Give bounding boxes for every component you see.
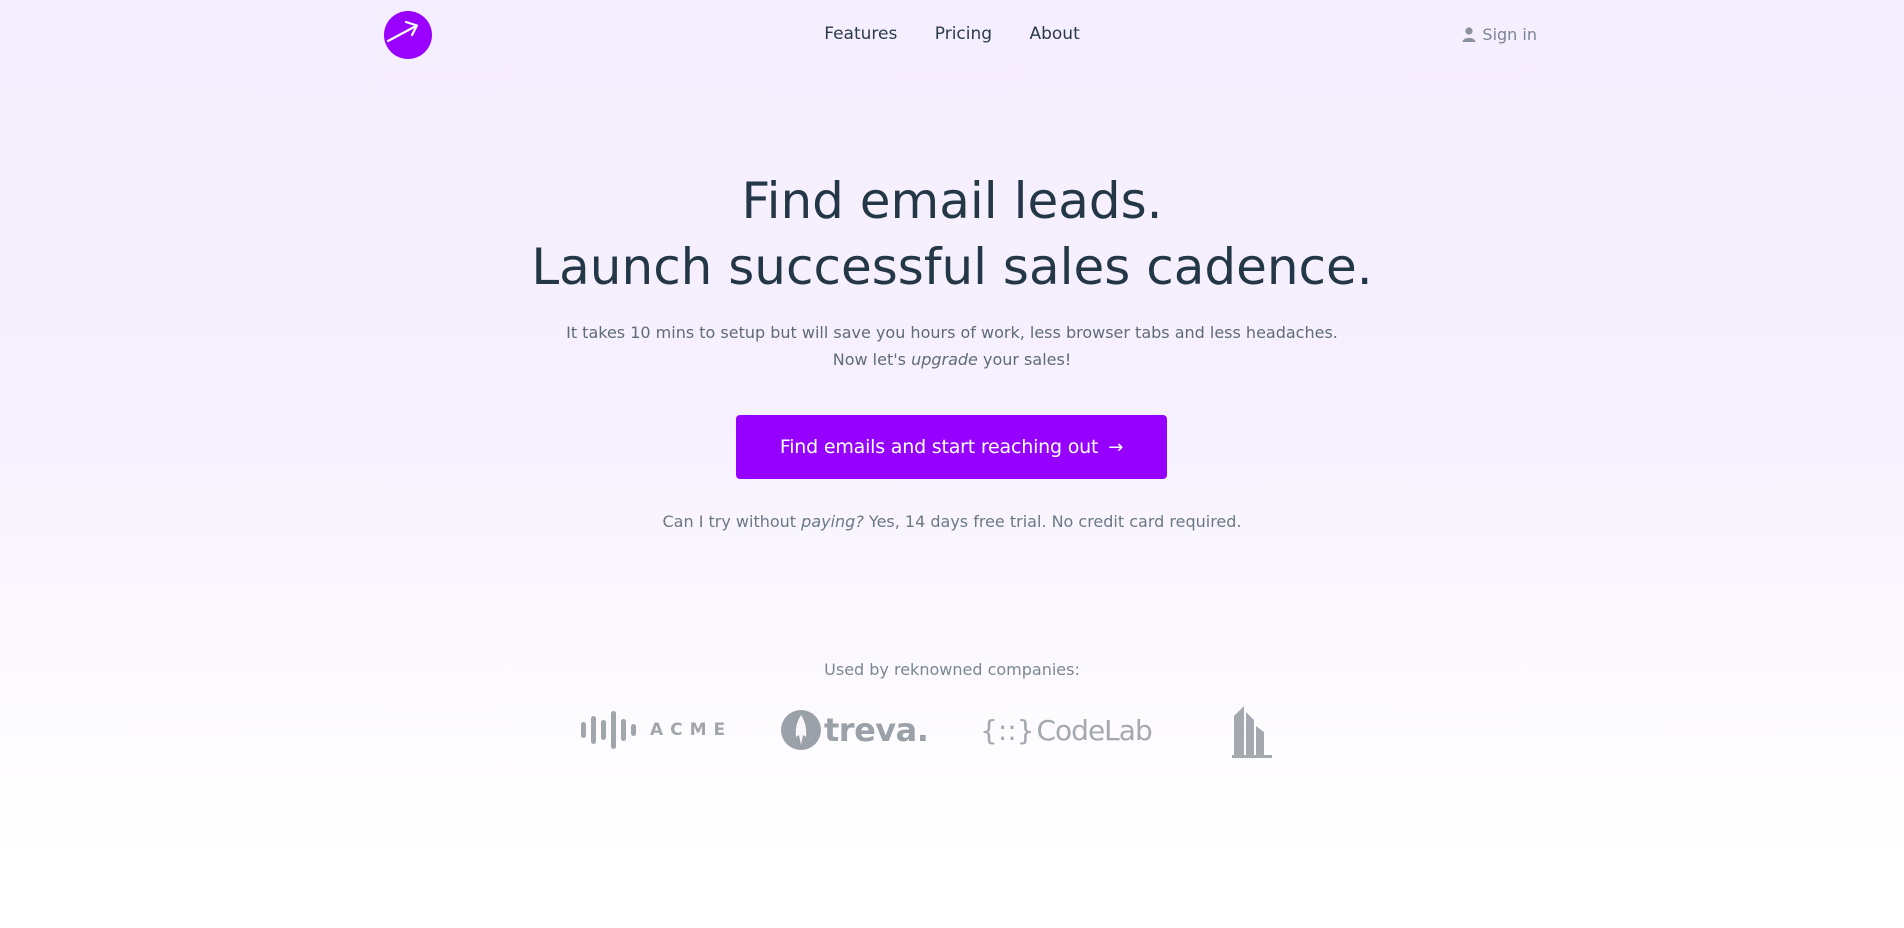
hero-subtitle-line-1: It takes 10 mins to setup but will save … — [566, 323, 1338, 342]
company-logos: ACME treva. {::} CodeLab — [0, 700, 1904, 760]
nav-link-features[interactable]: Features — [824, 24, 897, 44]
sound-bars-icon — [581, 711, 636, 749]
top-navbar: Features Pricing About Sign in — [0, 0, 1904, 70]
main-nav: Features Pricing About — [0, 24, 1904, 44]
building-icon — [1232, 706, 1272, 758]
subtitle-prefix: Now let's — [832, 350, 912, 369]
hero-subtitle-line-2: Now let's upgrade your sales! — [0, 346, 1904, 373]
hero-subtitle: It takes 10 mins to setup but will save … — [0, 319, 1904, 373]
trial-prefix: Can I try without — [662, 512, 802, 531]
hero-title-line-1: Find email leads. — [741, 172, 1163, 230]
user-icon — [1462, 27, 1476, 42]
subtitle-suffix: your sales! — [977, 350, 1072, 369]
hero-title: Find email leads. Launch successful sale… — [0, 168, 1904, 300]
find-emails-cta-button[interactable]: Find emails and start reaching out → — [736, 415, 1167, 479]
sign-in-link[interactable]: Sign in — [1462, 25, 1537, 44]
sign-in-label: Sign in — [1482, 25, 1537, 44]
subtitle-emphasis: upgrade — [911, 350, 978, 369]
arrow-right-icon: → — [1108, 436, 1124, 458]
company-logo-acme: ACME — [580, 700, 732, 760]
company-name-treva: treva. — [824, 711, 929, 749]
company-name-acme: ACME — [650, 720, 733, 740]
trial-emphasis: paying? — [801, 512, 864, 531]
nav-link-about[interactable]: About — [1029, 24, 1079, 44]
used-by-heading: Used by reknowned companies: — [824, 660, 1080, 679]
trial-suffix: Yes, 14 days free trial. No credit card … — [863, 512, 1242, 531]
company-name-codelab: CodeLab — [1036, 713, 1153, 747]
nav-link-pricing[interactable]: Pricing — [935, 24, 992, 44]
rocket-circle-icon — [781, 710, 821, 750]
cta-label: Find emails and start reaching out — [779, 436, 1099, 458]
free-trial-note: Can I try without paying? Yes, 14 days f… — [0, 512, 1904, 531]
hero-title-line-2: Launch successful sales cadence. — [531, 238, 1373, 296]
company-logo-treva: treva. — [780, 700, 929, 760]
company-logo-codelab: {::} CodeLab — [980, 700, 1153, 760]
company-logo-building — [1230, 700, 1274, 760]
code-brace-icon: {::} — [980, 713, 1035, 747]
